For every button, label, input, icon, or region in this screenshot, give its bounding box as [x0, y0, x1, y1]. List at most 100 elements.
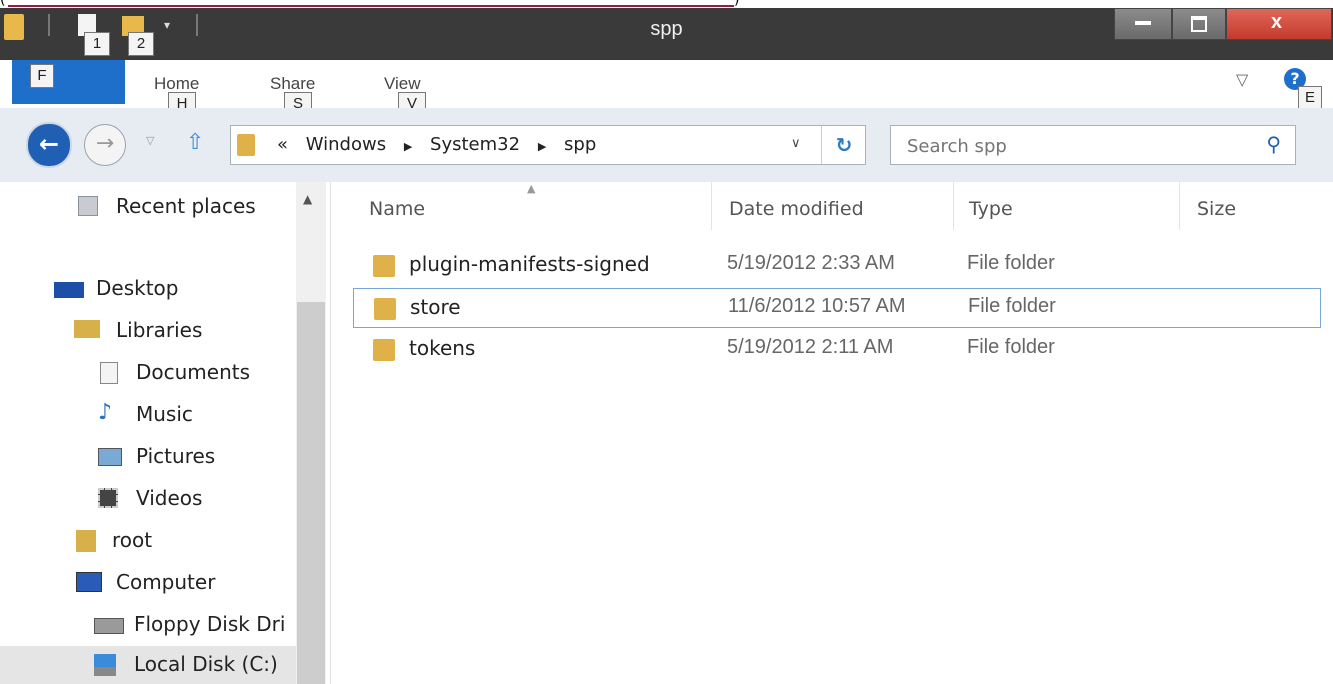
nav-item-computer[interactable]: Computer — [74, 564, 294, 602]
column-header-type[interactable]: Type — [969, 198, 1013, 220]
folder-icon — [373, 339, 395, 361]
pictures-icon — [98, 448, 122, 466]
title-bar: 1 2 ▾ spp x — [0, 8, 1333, 60]
libraries-icon — [74, 320, 100, 338]
nav-item-label: Computer — [116, 570, 216, 594]
nav-item-videos[interactable]: Videos — [96, 480, 296, 518]
forward-button[interactable]: → — [84, 124, 126, 166]
documents-icon — [100, 362, 118, 384]
close-paren: ) — [734, 0, 740, 8]
close-icon: x — [1271, 11, 1283, 33]
nav-item-label: Libraries — [116, 318, 203, 342]
nav-item-label: Desktop — [96, 276, 179, 300]
desktop-icon — [54, 282, 84, 298]
recent-places-icon — [78, 196, 98, 216]
tab-home[interactable]: Home — [154, 74, 199, 94]
column-separator[interactable] — [711, 182, 712, 230]
table-row[interactable]: store 11/6/2012 10:57 AM File folder — [353, 288, 1321, 328]
file-name: store — [410, 295, 461, 319]
nav-item-label: Music — [136, 402, 193, 426]
file-date: 11/6/2012 10:57 AM — [728, 295, 906, 317]
top-link-underline — [8, 0, 734, 7]
nav-item-label: Documents — [136, 360, 251, 384]
breadcrumb-overflow[interactable]: « — [277, 134, 288, 155]
user-folder-icon — [76, 530, 96, 552]
breadcrumb-system32[interactable]: System32 — [430, 134, 520, 155]
file-date: 5/19/2012 2:11 AM — [727, 336, 894, 358]
sort-ascending-icon: ▲ — [527, 182, 536, 195]
keytip-file: F — [30, 64, 54, 88]
file-type: File folder — [968, 295, 1056, 317]
nav-item-label: Videos — [136, 486, 203, 510]
tab-file[interactable]: F — [12, 60, 125, 104]
table-row[interactable]: plugin-manifests-signed 5/19/2012 2:33 A… — [353, 246, 1319, 284]
ribbon: F Home H Share S View V ▽ ? E — [0, 60, 1333, 116]
column-header-size[interactable]: Size — [1197, 198, 1236, 220]
nav-item-label: root — [112, 528, 153, 552]
up-arrow-icon[interactable]: ⇧ — [186, 130, 204, 155]
breadcrumb-separator[interactable]: ▶ — [404, 140, 412, 153]
file-date: 5/19/2012 2:33 AM — [727, 252, 895, 274]
breadcrumb-windows[interactable]: Windows — [306, 134, 386, 155]
expand-ribbon-icon[interactable]: ▽ — [1236, 70, 1248, 89]
breadcrumb-separator[interactable]: ▶ — [538, 140, 546, 153]
file-name: plugin-manifests-signed — [409, 252, 650, 276]
nav-item-label: Pictures — [136, 444, 216, 468]
breadcrumb-spp[interactable]: spp — [564, 134, 596, 155]
top-link-strip: ( ) — [0, 0, 1333, 8]
file-name: tokens — [409, 336, 476, 360]
refresh-icon: ↻ — [835, 133, 853, 157]
address-dropdown-icon[interactable]: ∨ — [791, 136, 801, 151]
refresh-button[interactable]: ↻ — [821, 126, 866, 164]
column-separator[interactable] — [953, 182, 954, 230]
folder-icon — [237, 134, 255, 156]
table-row[interactable]: tokens 5/19/2012 2:11 AM File folder — [353, 330, 1319, 368]
folder-icon — [374, 298, 396, 320]
nav-item-recent-places[interactable]: Recent places — [74, 188, 274, 226]
floppy-drive-icon — [94, 618, 124, 634]
search-icon[interactable]: ⚲ — [1266, 132, 1281, 156]
nav-item-floppy-disk[interactable]: Floppy Disk Dri — [90, 606, 296, 644]
file-list: ▲ Name Date modified Type Size plugin-ma… — [331, 182, 1333, 684]
nav-item-label: Recent places — [116, 194, 256, 218]
file-type: File folder — [967, 252, 1055, 274]
back-button[interactable]: ← — [26, 122, 72, 168]
nav-item-label: Floppy Disk Dri — [134, 612, 286, 636]
maximize-icon — [1191, 16, 1207, 32]
navigation-bar: ← → ▽ ⇧ « Windows ▶ System32 ▶ spp ∨ ↻ ⚲ — [0, 108, 1333, 183]
computer-icon — [76, 572, 102, 592]
nav-scrollbar-thumb[interactable] — [297, 302, 325, 684]
column-header-date-modified[interactable]: Date modified — [729, 198, 864, 220]
nav-item-music[interactable]: ♪ Music — [96, 396, 296, 434]
folder-icon — [373, 255, 395, 277]
videos-icon — [98, 488, 118, 508]
maximize-button[interactable] — [1172, 8, 1226, 40]
nav-item-label: Local Disk (C:) — [134, 652, 278, 676]
close-button[interactable]: x — [1226, 8, 1332, 40]
minimize-icon — [1135, 21, 1151, 25]
nav-item-root[interactable]: root — [74, 522, 274, 560]
explorer-window: ( ) 1 2 ▾ spp x F Home H Share S View V … — [0, 0, 1333, 684]
music-icon: ♪ — [98, 400, 113, 425]
scroll-up-icon[interactable]: ▲ — [303, 192, 312, 206]
tab-view[interactable]: View — [384, 74, 421, 94]
keytip-help: E — [1298, 86, 1322, 110]
breadcrumb: « Windows ▶ System32 ▶ spp — [277, 134, 596, 155]
search-input[interactable] — [905, 132, 1249, 160]
recent-locations-dropdown[interactable]: ▽ — [146, 134, 154, 147]
minimize-button[interactable] — [1114, 8, 1172, 40]
search-box[interactable]: ⚲ — [890, 125, 1296, 165]
column-header-name[interactable]: Name — [369, 198, 425, 220]
tab-share[interactable]: Share — [270, 74, 315, 94]
nav-item-pictures[interactable]: Pictures — [96, 438, 296, 476]
column-separator[interactable] — [1179, 182, 1180, 230]
address-bar[interactable]: « Windows ▶ System32 ▶ spp ∨ ↻ — [230, 125, 866, 165]
navigation-pane: Recent places Desktop Libraries Document… — [0, 182, 331, 684]
back-arrow-icon: ← — [38, 130, 60, 158]
nav-item-local-disk[interactable]: Local Disk (C:) — [0, 646, 296, 684]
nav-item-libraries[interactable]: Libraries — [70, 312, 290, 350]
local-disk-icon — [94, 654, 116, 676]
open-paren: ( — [0, 0, 6, 8]
nav-item-desktop[interactable]: Desktop — [50, 270, 270, 308]
nav-item-documents[interactable]: Documents — [96, 354, 296, 392]
